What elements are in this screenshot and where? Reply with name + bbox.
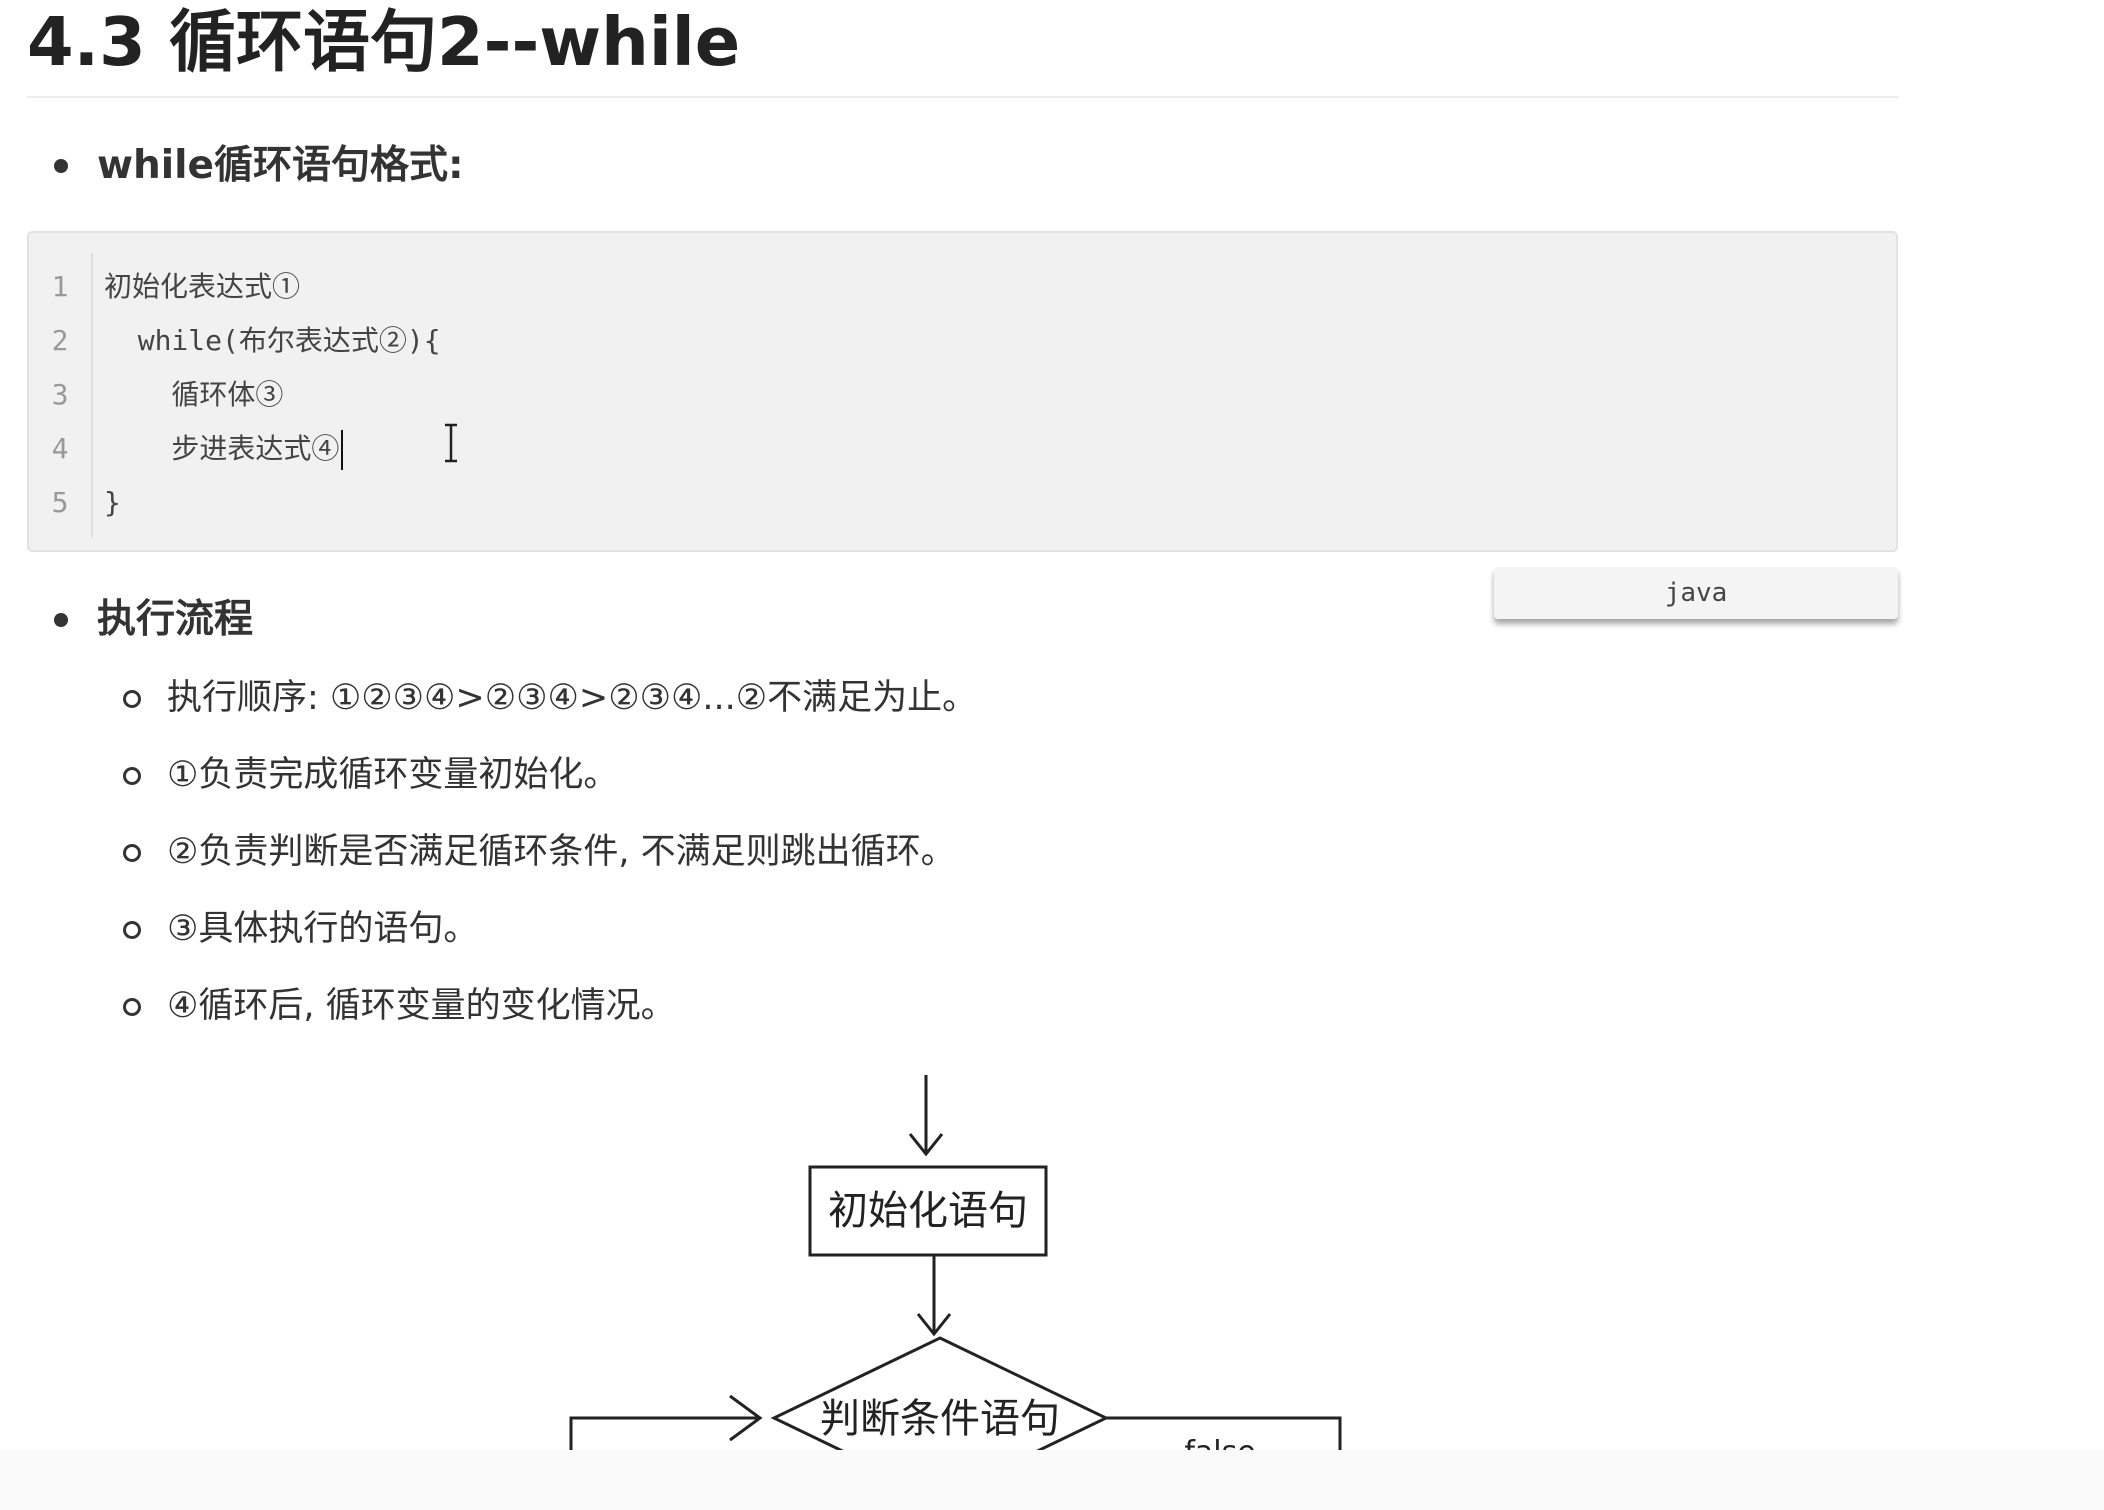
code-line: 1 初始化表达式① <box>29 260 1896 314</box>
bullet <box>54 613 68 627</box>
list-item: ②负责判断是否满足循环条件, 不满足则跳出循环。 <box>120 822 1520 882</box>
code-block[interactable]: 1 初始化表达式① 2 while(布尔表达式②){ 3 循环体③ 4 步进表达… <box>27 231 1898 552</box>
text-caret <box>341 430 344 470</box>
language-button[interactable]: java <box>1494 567 1898 619</box>
code-text: 初始化表达式① <box>104 270 301 303</box>
list-item-text: ③具体执行的语句。 <box>167 909 479 949</box>
line-number: 3 <box>51 378 69 411</box>
title-divider <box>27 96 1899 98</box>
code-text: while(布尔表达式②){ <box>104 324 441 357</box>
list-item-text: ②负责判断是否满足循环条件, 不满足则跳出循环。 <box>167 832 956 872</box>
list-item: ①负责完成循环变量初始化。 <box>120 745 1520 805</box>
code-text: 循环体③ <box>104 378 284 411</box>
list-item: 执行顺序: ①②③④>②③④>②③④...②不满足为止。 <box>120 668 1520 728</box>
circle-bullet <box>123 998 141 1016</box>
list-item-text: ④循环后, 循环变量的变化情况。 <box>167 986 676 1026</box>
line-number: 1 <box>51 270 69 303</box>
init-box-label: 初始化语句 <box>828 1188 1028 1234</box>
list-item-text: ①负责完成循环变量初始化。 <box>167 755 619 795</box>
bottom-margin <box>0 1450 2104 1510</box>
line-number: 4 <box>51 432 69 465</box>
code-line: 4 步进表达式④ <box>29 422 1896 476</box>
bullet <box>54 159 68 173</box>
format-heading: while循环语句格式: <box>97 143 464 188</box>
flowchart: 初始化语句 判断条件语句 false <box>0 1070 2104 1450</box>
code-line: 5 } <box>29 476 1896 530</box>
flow-heading: 执行流程 <box>97 597 254 642</box>
code-text: } <box>104 486 121 519</box>
page-title: 4.3 循环语句2--while <box>27 3 741 81</box>
code-text: 步进表达式④ <box>104 422 344 476</box>
line-number: 5 <box>51 486 69 519</box>
list-item: ③具体执行的语句。 <box>120 899 1520 959</box>
circle-bullet <box>123 690 141 708</box>
list-item-text: 执行顺序: ①②③④>②③④>②③④...②不满足为止。 <box>167 678 978 718</box>
text-cursor-icon <box>445 423 457 463</box>
circle-bullet <box>123 844 141 862</box>
false-label: false <box>1184 1435 1255 1450</box>
line-number: 2 <box>51 324 69 357</box>
code-line: 3 循环体③ <box>29 368 1896 422</box>
circle-bullet <box>123 921 141 939</box>
circle-bullet <box>123 767 141 785</box>
list-item: ④循环后, 循环变量的变化情况。 <box>120 976 1520 1036</box>
flowchart-svg: 初始化语句 判断条件语句 false <box>569 1075 1342 1450</box>
condition-label: 判断条件语句 <box>820 1396 1060 1442</box>
code-text-content: 步进表达式④ <box>104 432 340 465</box>
loop-back-line <box>569 1416 760 1450</box>
code-line: 2 while(布尔表达式②){ <box>29 314 1896 368</box>
